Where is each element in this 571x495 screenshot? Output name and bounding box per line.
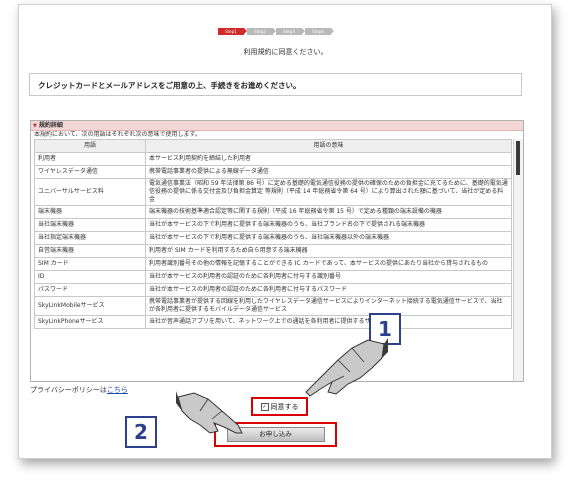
term-cell: ID <box>34 270 146 284</box>
step-4: Step4 <box>305 28 334 35</box>
table-row: パスワード 当社が本サービスの利用者の認証のために各利用者に付与するパスワード <box>34 283 512 297</box>
table-row: 利用者 本サービス利用契約を締結した利用者 <box>34 152 512 166</box>
meaning-cell: 携帯電話事業者が提供する回線を利用したワイヤレスデータ通信サービスによりインター… <box>145 296 512 316</box>
terms-panel: ▼ 規約詳細 本規約において、次の用語はそれぞれ次の意味で使用します。 用語 用語… <box>30 120 524 382</box>
meaning-cell: 携帯電話事業者の提供による無線データ通信 <box>145 165 512 179</box>
privacy-policy-line: プライバシーポリシーはこちら <box>30 385 128 395</box>
meaning-cell: 当社が本サービスの下で利用者に提供する端末機器のうち、当社端末機器以外の端末機器 <box>145 231 512 245</box>
scrollbar-thumb[interactable] <box>516 141 520 175</box>
agree-label[interactable]: 同意する <box>271 402 299 412</box>
pointing-hand-icon-2 <box>176 391 243 434</box>
term-cell: ワイヤレスデータ通信 <box>34 165 146 179</box>
notice-box: クレジットカードとメールアドレスをご用意の上、手続きをお進めください。 <box>29 73 522 96</box>
table-row: 端末機器 端末機器の技術基準適合認定等に関する規則（平成 16 年総務省令第 15… <box>34 205 512 219</box>
term-cell: 当社指定端末機器 <box>34 231 146 245</box>
step-3: Step3 <box>276 28 305 35</box>
meaning-cell: 当社が音声通話アプリを用いて、ネットワーク上での通話を各利用者に提供するサービス <box>145 315 512 329</box>
step-2: Step2 <box>247 28 276 35</box>
term-cell: 利用者 <box>34 152 146 166</box>
meaning-cell: 本サービス利用契約を締結した利用者 <box>145 152 512 166</box>
meaning-cell: 電気通信事業法（昭和 59 年法律第 86 号）に定める基礎的電気通信役務の提供… <box>145 178 512 206</box>
column-header-meaning: 用語の意味 <box>145 139 512 153</box>
terms-scrollbar[interactable] <box>513 139 523 381</box>
term-cell: 当社端末機器 <box>34 218 146 232</box>
terms-table: 用語 用語の意味 利用者 本サービス利用契約を締結した利用者 ワイヤレスデータ通信携… <box>34 139 512 329</box>
table-row: 自営端末機器 利用者が SIM カードを利用するため自ら用意する端末機器 <box>34 244 512 258</box>
table-row: ユニバーサルサービス料 電気通信事業法（昭和 59 年法律第 86 号）に定める基… <box>34 178 512 206</box>
annotation-number-2: 2 <box>125 416 157 448</box>
terms-header-label: 規約詳細 <box>38 122 63 129</box>
column-header-term: 用語 <box>34 139 146 153</box>
table-row: ID 当社が本サービスの利用者の認証のために各利用者に付与する識別番号 <box>34 270 512 284</box>
term-cell: 端末機器 <box>34 205 146 219</box>
term-cell: SkyLinkMobileサービス <box>34 296 146 316</box>
table-header-row: 用語 用語の意味 <box>34 139 512 153</box>
pointing-hand-icon <box>305 338 388 397</box>
table-row: 当社指定端末機器 当社が本サービスの下で利用者に提供する端末機器のうち、当社端末機… <box>34 231 512 245</box>
term-cell: SkyLinkPhoneサービス <box>34 315 146 329</box>
term-cell: パスワード <box>34 283 146 297</box>
term-cell: ユニバーサルサービス料 <box>34 178 146 206</box>
privacy-prefix: プライバシーポリシーは <box>30 386 107 394</box>
terms-header[interactable]: ▼ 規約詳細 <box>31 121 523 131</box>
step-indicator: Step1 Step2 Step3 Step4 <box>218 28 334 35</box>
term-cell: 自営端末機器 <box>34 244 146 258</box>
meaning-cell: 当社が本サービスの下で利用者に提供する端末機器のうち、当社ブランド名の下で提供さ… <box>145 218 512 232</box>
agree-checkbox[interactable]: ✓ <box>260 402 269 411</box>
step-1: Step1 <box>218 28 247 35</box>
privacy-policy-link[interactable]: こちら <box>107 386 128 394</box>
term-cell: SIM カード <box>34 257 146 271</box>
meaning-cell: 当社が本サービスの利用者の認証のために各利用者に付与するパスワード <box>145 283 512 297</box>
meaning-cell: 利用者が SIM カードを利用するため自ら用意する端末機器 <box>145 244 512 258</box>
table-row: 当社端末機器 当社が本サービスの下で利用者に提供する端末機器のうち、当社ブランド名… <box>34 218 512 232</box>
terms-intro: 本規約において、次の用語はそれぞれ次の意味で使用します。 <box>34 131 201 138</box>
meaning-cell: 当社が本サービスの利用者の認証のために各利用者に付与する識別番号 <box>145 270 512 284</box>
meaning-cell: 端末機器の技術基準適合認定等に関する規則（平成 16 年総務省令第 15 号）で… <box>145 205 512 219</box>
table-row: SkyLinkPhoneサービス 当社が音声通話アプリを用いて、ネットワーク上での… <box>34 315 512 329</box>
terms-table-body: 利用者 本サービス利用契約を締結した利用者 ワイヤレスデータ通信 携帯電話事業者の提供… <box>34 152 512 329</box>
instruction-text: 利用規約に同意ください。 <box>243 48 328 56</box>
table-row: SkyLinkMobileサービス 携帯電話事業者が提供する回線を利用したワイヤレ… <box>34 296 512 316</box>
table-row: SIM カード 利用者識別番号その他の情報を記憶することができる IC カードであ… <box>34 257 512 271</box>
meaning-cell: 利用者識別番号その他の情報を記憶することができる IC カードであって、本サービ… <box>145 257 512 271</box>
collapse-triangle-icon: ▼ <box>33 123 37 129</box>
table-row: ワイヤレスデータ通信 携帯電話事業者の提供による無線データ通信 <box>34 165 512 179</box>
